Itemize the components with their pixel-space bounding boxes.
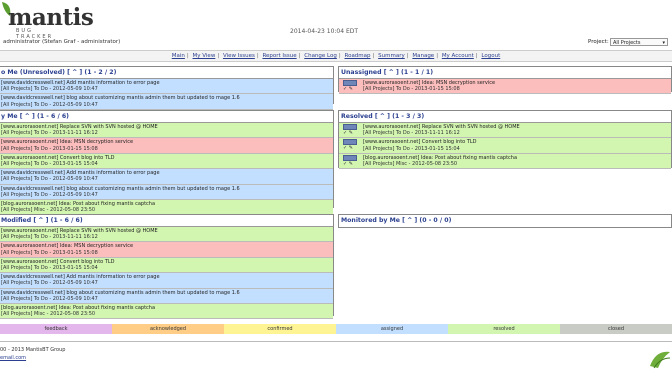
main-menu: Main | My View | View Issues | Report Issue… bbox=[0, 50, 672, 62]
edit-icon[interactable]: ✓ ✎ bbox=[343, 139, 357, 151]
current-date: 2014-04-23 10:04 EDT bbox=[290, 28, 359, 35]
monitored-by-me-panel: Monitored by Me [ ^ ] (0 - 0 / 0) bbox=[338, 214, 672, 228]
logged-in-user: administrator (Stefan Graf - administrat… bbox=[3, 39, 121, 45]
chevron-down-icon: ▾ bbox=[662, 40, 665, 46]
menu-main[interactable]: Main bbox=[172, 53, 185, 59]
contact-email-link[interactable]: email.com bbox=[0, 355, 26, 361]
legend-closed: closed bbox=[560, 324, 672, 334]
panel-title[interactable]: Unassigned [ ^ ] (1 - 1 / 1) bbox=[339, 67, 671, 79]
list-item[interactable]: ✓ ✎ [www.aurorasoent.net] Convert blog i… bbox=[339, 138, 671, 154]
menu-summary[interactable]: Summary bbox=[378, 53, 405, 59]
panel-title[interactable]: Monitored by Me [ ^ ] (0 - 0 / 0) bbox=[339, 215, 671, 226]
list-item[interactable]: [www.davidcresswell.net] Add mantis info… bbox=[0, 79, 333, 95]
list-item[interactable]: [www.aurorasoent.net] Convert blog into … bbox=[0, 257, 333, 274]
list-item[interactable]: [www.aurorasoent.net] Idea: MSN decrypti… bbox=[0, 138, 333, 154]
menu-manage[interactable]: Manage bbox=[412, 53, 434, 59]
logo-text: mantis bbox=[8, 4, 94, 31]
menu-report-issue[interactable]: Report Issue bbox=[262, 53, 296, 59]
list-item[interactable]: [www.davidcresswell.net] blog about cust… bbox=[0, 94, 333, 110]
list-item[interactable]: [www.aurorasoent.net] Idea: MSN decrypti… bbox=[0, 242, 333, 258]
list-item[interactable]: [www.davidcresswell.net] blog about cust… bbox=[0, 288, 333, 305]
edit-icon[interactable]: ✓ ✎ bbox=[343, 80, 357, 92]
list-item[interactable]: [www.aurorasoent.net] Convert blog into … bbox=[0, 153, 333, 170]
unassigned-panel: Unassigned [ ^ ] (1 - 1 / 1) ✓ ✎ [www.au… bbox=[338, 66, 672, 95]
list-item[interactable]: [blog.aurorasoent.net] Idea: Post about … bbox=[0, 304, 333, 320]
menu-my-account[interactable]: My Account bbox=[442, 53, 474, 59]
mantis-logo[interactable]: mantis BUG TRACKER bbox=[0, 0, 94, 40]
reported-by-me-panel: y Me [ ^ ] (1 - 6 / 6) [www.aurorasoent.… bbox=[0, 110, 334, 216]
assigned-to-me-panel: o Me (Unresolved) [ ^ ] (1 - 2 / 2) [www… bbox=[0, 66, 334, 110]
panel-title[interactable]: Modified [ ^ ] (1 - 6 / 6) bbox=[0, 215, 333, 227]
panel-title[interactable]: Resolved [ ^ ] (1 - 3 / 3) bbox=[339, 111, 671, 123]
edit-icon[interactable]: ✓ ✎ bbox=[343, 154, 357, 167]
recently-modified-panel: Modified [ ^ ] (1 - 6 / 6) [www.auroraso… bbox=[0, 214, 334, 320]
mantis-powered-logo[interactable] bbox=[648, 348, 672, 370]
list-item[interactable]: [www.davidcresswell.net] blog about cust… bbox=[0, 184, 333, 201]
menu-my-view[interactable]: My View bbox=[193, 53, 216, 59]
list-item[interactable]: [www.davidcresswell.net] Add mantis info… bbox=[0, 273, 333, 289]
list-item[interactable]: ✓ ✎ [blog.aurorasoent.net] Idea: Post ab… bbox=[339, 153, 671, 170]
project-label: Project: bbox=[588, 39, 609, 45]
legend-resolved: resolved bbox=[448, 324, 560, 334]
project-select[interactable]: All Projects ▾ bbox=[610, 38, 668, 46]
menu-logout[interactable]: Logout bbox=[481, 53, 500, 59]
list-item[interactable]: ✓ ✎ [www.aurorasoent.net] Idea: MSN decr… bbox=[339, 79, 671, 95]
copyright: 00 - 2013 MantisBT Group bbox=[0, 347, 66, 353]
list-item[interactable]: [www.davidcresswell.net] Add mantis info… bbox=[0, 169, 333, 185]
legend-confirmed: confirmed bbox=[224, 324, 336, 334]
list-item[interactable]: [www.aurorasoent.net] Replace SVN with S… bbox=[0, 227, 333, 243]
panel-title[interactable]: y Me [ ^ ] (1 - 6 / 6) bbox=[0, 111, 333, 123]
menu-roadmap[interactable]: Roadmap bbox=[345, 53, 371, 59]
resolved-panel: Resolved [ ^ ] (1 - 3 / 3) ✓ ✎ [www.auro… bbox=[338, 110, 672, 170]
edit-icon[interactable]: ✓ ✎ bbox=[343, 124, 357, 136]
legend-feedback: feedback bbox=[0, 324, 112, 334]
status-legend: feedback acknowledged confirmed assigned… bbox=[0, 324, 672, 334]
list-item[interactable]: [www.aurorasoent.net] Replace SVN with S… bbox=[0, 123, 333, 139]
legend-assigned: assigned bbox=[336, 324, 448, 334]
footer-divider bbox=[0, 341, 672, 342]
menu-change-log[interactable]: Change Log bbox=[304, 53, 337, 59]
legend-acknowledged: acknowledged bbox=[112, 324, 224, 334]
list-item[interactable]: ✓ ✎ [www.aurorasoent.net] Replace SVN wi… bbox=[339, 123, 671, 139]
menu-view-issues[interactable]: View Issues bbox=[223, 53, 255, 59]
project-select-value: All Projects bbox=[613, 40, 641, 46]
panel-title[interactable]: o Me (Unresolved) [ ^ ] (1 - 2 / 2) bbox=[0, 67, 333, 79]
